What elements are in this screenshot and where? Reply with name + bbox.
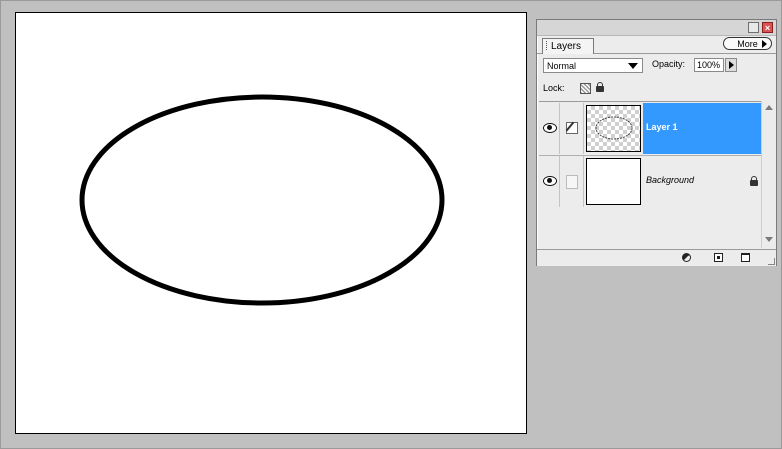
scroll-down-icon[interactable]	[765, 237, 773, 242]
opacity-label: Opacity:	[652, 59, 686, 69]
visibility-cell[interactable]	[539, 103, 560, 154]
more-arrow-icon	[762, 40, 767, 48]
link-empty-icon	[566, 175, 578, 189]
more-button-label: More	[737, 39, 758, 49]
layers-list: Layer 1 Background	[539, 101, 772, 249]
palette-titlebar[interactable]: ×	[537, 20, 776, 36]
layer-row-background[interactable]: Background	[539, 155, 761, 207]
scroll-up-icon[interactable]	[765, 105, 773, 110]
thumbnail-ellipse	[595, 116, 633, 140]
palette-tabs: Layers More	[537, 36, 776, 54]
palette-bottom-bar	[537, 249, 776, 266]
layers-palette: × Layers More Normal Opacity: 100% Lock:	[536, 19, 777, 266]
link-cell[interactable]	[560, 156, 584, 207]
visibility-cell[interactable]	[539, 156, 560, 207]
link-cell[interactable]	[560, 103, 584, 154]
document-canvas[interactable]	[15, 12, 527, 434]
layer-name[interactable]: Layer 1	[646, 122, 678, 132]
lock-label: Lock:	[543, 83, 565, 93]
eye-icon[interactable]	[543, 176, 557, 186]
minimize-icon[interactable]	[748, 22, 759, 33]
ellipse-drawing	[79, 94, 445, 306]
close-icon[interactable]: ×	[762, 22, 773, 33]
blend-mode-value: Normal	[547, 61, 577, 71]
layers-scrollbar[interactable]	[761, 101, 775, 248]
lock-icon	[750, 176, 758, 186]
tab-grip-icon	[546, 41, 549, 50]
layer-thumbnail[interactable]	[586, 158, 641, 205]
chevron-down-icon	[628, 63, 638, 69]
layer-style-icon[interactable]	[682, 253, 691, 262]
eye-icon[interactable]	[543, 123, 557, 133]
new-layer-icon[interactable]	[714, 253, 723, 262]
blend-mode-select[interactable]: Normal	[543, 58, 643, 73]
layer-thumbnail[interactable]	[586, 105, 641, 152]
tab-layers-label: Layers	[551, 41, 582, 52]
layer-row-layer-1[interactable]: Layer 1	[539, 103, 761, 154]
tab-layers[interactable]: Layers	[542, 38, 594, 54]
opacity-field[interactable]: 100%	[694, 58, 724, 72]
brush-icon	[566, 122, 578, 134]
lock-transparency-icon[interactable]	[580, 83, 591, 94]
layer-name[interactable]: Background	[646, 175, 694, 185]
trash-icon[interactable]	[741, 253, 750, 262]
resize-grip-icon[interactable]	[768, 258, 775, 265]
more-button[interactable]: More	[723, 37, 772, 50]
opacity-slider-button[interactable]	[725, 58, 737, 72]
lock-all-icon[interactable]	[596, 82, 604, 92]
